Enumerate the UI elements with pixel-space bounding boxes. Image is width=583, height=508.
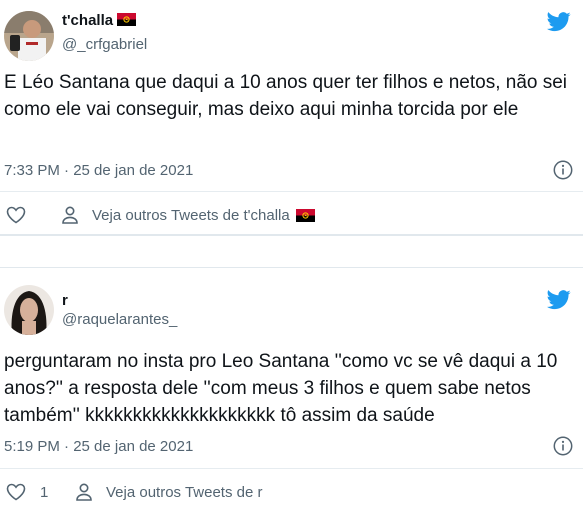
tweet-timestamp[interactable]: 5:19 PM · 25 de jan de 2021 [4, 438, 193, 455]
tweet-text: perguntaram no insta pro Leo Santana ''c… [4, 351, 558, 426]
see-more-tweets-text: Veja outros Tweets de t'challa [92, 206, 290, 224]
card-border [0, 234, 583, 236]
info-icon[interactable] [553, 160, 573, 180]
like-button[interactable] [6, 204, 26, 226]
divider [0, 468, 583, 469]
see-more-tweets-link[interactable]: Veja outros Tweets de r [74, 481, 262, 503]
avatar[interactable] [4, 285, 54, 335]
see-more-tweets-link[interactable]: Veja outros Tweets de t'challa [60, 204, 315, 226]
tweet-card: r @raquelarantes_ perguntaram no insta p… [0, 268, 583, 508]
like-button[interactable]: 1 [6, 481, 48, 503]
twitter-bird-icon[interactable] [547, 290, 571, 310]
display-name-text: r [62, 292, 68, 309]
info-icon[interactable] [553, 436, 573, 456]
twitter-bird-icon[interactable] [547, 12, 571, 32]
display-name-text: t'challa [62, 12, 114, 29]
person-icon [60, 205, 80, 225]
tweet-text: E Léo Santana que daqui a 10 anos quer t… [4, 72, 568, 120]
like-count: 1 [40, 483, 49, 501]
heart-icon [6, 483, 26, 501]
tweet-card: t'challa @_crfgabriel E Léo Santana que … [0, 0, 583, 234]
user-handle[interactable]: @_crfgabriel [62, 36, 147, 53]
display-name[interactable]: t'challa [62, 12, 137, 29]
person-icon [74, 482, 94, 502]
angola-flag-icon [295, 208, 315, 222]
angola-flag-icon [117, 13, 137, 26]
divider [0, 191, 583, 192]
avatar[interactable] [4, 11, 54, 61]
tweet-timestamp[interactable]: 7:33 PM · 25 de jan de 2021 [4, 162, 193, 179]
see-more-tweets-text: Veja outros Tweets de r [106, 483, 263, 501]
display-name[interactable]: r [62, 292, 68, 309]
heart-icon [6, 206, 26, 224]
user-handle[interactable]: @raquelarantes_ [62, 311, 177, 328]
